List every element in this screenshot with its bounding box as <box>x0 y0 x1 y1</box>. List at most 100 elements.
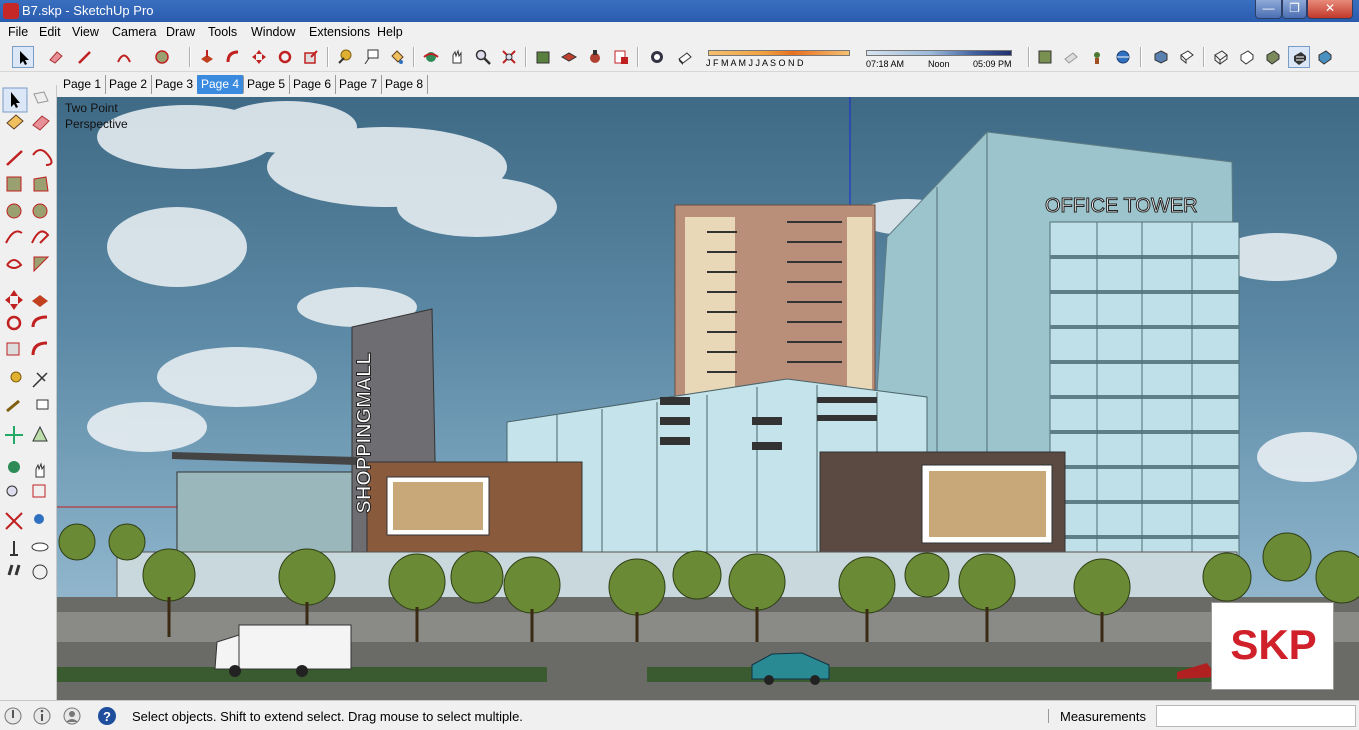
3d-viewport[interactable]: Two Point Perspective OFFICE TOWER SHOPP… <box>57 97 1359 700</box>
measurements-input[interactable] <box>1156 705 1356 727</box>
tape-icon[interactable] <box>10 371 22 383</box>
menu-window[interactable]: Window <box>251 25 295 39</box>
fog-button[interactable] <box>1060 46 1082 68</box>
credits-icon[interactable] <box>32 706 52 726</box>
move-button[interactable] <box>248 46 270 68</box>
eraser-button[interactable] <box>45 46 67 68</box>
styles-button[interactable] <box>584 46 606 68</box>
time-slider[interactable] <box>866 50 1012 56</box>
zoom-extents-icon[interactable] <box>5 512 23 530</box>
move-icon[interactable] <box>5 290 23 310</box>
menu-draw[interactable]: Draw <box>166 25 195 39</box>
photo-texture-button[interactable] <box>1112 46 1134 68</box>
look-around-icon[interactable] <box>31 542 49 552</box>
zoom-extents-button[interactable] <box>498 46 520 68</box>
3d-text-icon[interactable] <box>32 425 48 442</box>
orbit-icon[interactable] <box>8 461 20 473</box>
orbit-button[interactable] <box>420 46 442 68</box>
line-button[interactable] <box>74 46 96 68</box>
tab-page-5[interactable]: Page 5 <box>243 75 291 94</box>
menu-tools[interactable]: Tools <box>208 25 237 39</box>
tab-page-1[interactable]: Page 1 <box>59 75 107 94</box>
arc-button[interactable] <box>113 46 135 68</box>
minimize-button[interactable]: — <box>1255 0 1282 19</box>
three-point-arc-icon[interactable] <box>6 259 23 269</box>
walk-icon[interactable] <box>10 541 18 556</box>
zoom-icon[interactable] <box>6 485 18 497</box>
circle-icon[interactable] <box>6 203 22 219</box>
paint-icon[interactable] <box>6 114 24 130</box>
warehouse-button[interactable] <box>532 46 554 68</box>
polygon-icon[interactable] <box>32 203 48 219</box>
zoom-button[interactable] <box>472 46 494 68</box>
tab-page-4[interactable]: Page 4 <box>197 75 245 94</box>
text-button[interactable] <box>360 46 382 68</box>
warehouse-icon <box>536 51 550 64</box>
instructor-help-icon[interactable]: ? <box>97 706 117 726</box>
zoom-window-icon[interactable] <box>32 484 46 498</box>
eraser-icon[interactable] <box>32 115 50 131</box>
close-button[interactable]: ✕ <box>1307 0 1353 19</box>
top-view-button[interactable] <box>1176 46 1198 68</box>
follow-me-button[interactable] <box>222 46 244 68</box>
rectangle-icon[interactable] <box>6 176 22 192</box>
push-pull-icon[interactable] <box>32 295 48 307</box>
circle-button[interactable] <box>151 46 173 68</box>
top-view-icon <box>1180 50 1194 65</box>
tab-page-2[interactable]: Page 2 <box>105 75 153 94</box>
section-plane-icon[interactable] <box>32 564 48 580</box>
previous-view-icon[interactable] <box>34 514 44 524</box>
layout-button[interactable] <box>610 46 632 68</box>
push-pull-button[interactable] <box>196 46 218 68</box>
paint-bucket-button[interactable] <box>386 46 408 68</box>
maximize-button[interactable]: ❐ <box>1282 0 1307 19</box>
menu-view[interactable]: View <box>72 25 99 39</box>
xray-button[interactable] <box>1210 46 1232 68</box>
menu-edit[interactable]: Edit <box>39 25 61 39</box>
shadow-toggle-button[interactable] <box>674 46 696 68</box>
arc-icon[interactable] <box>5 230 23 244</box>
menu-file[interactable]: File <box>8 25 28 39</box>
menu-help[interactable]: Help <box>377 25 403 39</box>
follow-me-icon[interactable] <box>31 315 48 328</box>
tab-page-6[interactable]: Page 6 <box>289 75 337 94</box>
make-component-icon[interactable] <box>33 91 49 104</box>
menu-extensions[interactable]: Extensions <box>309 25 370 39</box>
offset-icon[interactable] <box>31 341 48 356</box>
dimension-icon[interactable] <box>32 372 48 388</box>
wireframe-button[interactable] <box>1236 46 1258 68</box>
menu-camera[interactable]: Camera <box>112 25 156 39</box>
iso-view-button[interactable] <box>1150 46 1172 68</box>
user-account-icon[interactable] <box>62 706 82 726</box>
section-plane-button[interactable] <box>646 46 668 68</box>
geolocate-button[interactable] <box>1034 46 1056 68</box>
geolocation-status-icon[interactable] <box>3 706 23 726</box>
components-button[interactable] <box>558 46 580 68</box>
add-location-button[interactable] <box>1086 46 1108 68</box>
date-slider[interactable] <box>708 50 850 56</box>
textured-button[interactable] <box>1288 46 1310 68</box>
tab-page-7[interactable]: Page 7 <box>335 75 383 94</box>
tab-page-8[interactable]: Page 8 <box>381 75 429 94</box>
tape-measure-button[interactable] <box>334 46 356 68</box>
line-icon[interactable] <box>6 150 23 166</box>
freehand-icon[interactable] <box>32 149 53 166</box>
shaded-button[interactable] <box>1262 46 1284 68</box>
rotate-icon[interactable] <box>6 315 22 331</box>
monochrome-button[interactable] <box>1314 46 1336 68</box>
scale-button[interactable] <box>300 46 322 68</box>
axes-icon[interactable] <box>5 426 23 444</box>
pie-icon[interactable] <box>33 256 50 273</box>
rotate-button[interactable] <box>274 46 296 68</box>
select-tool-button[interactable] <box>12 46 34 68</box>
protractor-icon[interactable] <box>6 399 20 413</box>
text-icon[interactable] <box>36 399 49 410</box>
two-point-arc-icon[interactable] <box>31 230 50 244</box>
scale-icon[interactable] <box>6 342 20 356</box>
rotated-rectangle-icon[interactable] <box>33 176 49 192</box>
pan-icon[interactable] <box>35 462 45 478</box>
tab-page-3[interactable]: Page 3 <box>151 75 199 94</box>
position-camera-icon[interactable] <box>7 564 21 576</box>
pan-button[interactable] <box>446 46 468 68</box>
wireframe-icon <box>1240 50 1254 65</box>
